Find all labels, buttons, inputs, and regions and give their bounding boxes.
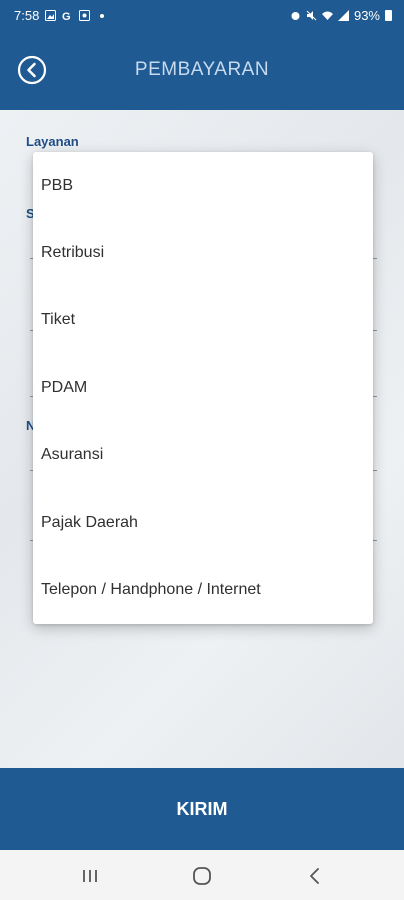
dropdown-item-tiket[interactable]: Tiket [33, 287, 373, 354]
dropdown-item-pajak-daerah[interactable]: Pajak Daerah [33, 489, 373, 556]
app-bar: PEMBAYARAN [0, 30, 404, 110]
status-right: 93% [290, 8, 392, 23]
status-bar: 7:58 G 93% [0, 0, 404, 30]
system-nav-bar [0, 850, 404, 900]
dropdown-item-retribusi[interactable]: Retribusi [33, 219, 373, 286]
google-icon: G [62, 11, 71, 21]
gallery-icon [45, 10, 57, 21]
home-icon[interactable] [191, 865, 213, 887]
back-nav-icon[interactable] [304, 865, 326, 887]
battery-text: 93% [353, 8, 380, 23]
layanan-label: Layanan [26, 134, 79, 149]
page-title: PEMBAYARAN [134, 59, 270, 80]
dropdown-item-telepon[interactable]: Telepon / Handphone / Internet [33, 556, 373, 623]
dropdown-item-pbb[interactable]: PBB [33, 152, 373, 219]
battery-icon [385, 10, 392, 21]
alarm-icon [291, 12, 300, 20]
dropdown-item-pdam[interactable]: PDAM [33, 354, 373, 421]
clock: 7:58 [14, 8, 40, 23]
mute-icon [306, 10, 317, 21]
submit-button[interactable]: KIRIM [0, 768, 404, 850]
image-icon [79, 10, 91, 21]
recent-apps-icon[interactable] [79, 865, 101, 887]
status-left: 7:58 G [14, 8, 105, 23]
svg-text:G: G [62, 11, 71, 21]
wifi-icon [321, 11, 333, 20]
signal-icon [337, 10, 349, 21]
notification-dot [100, 13, 105, 18]
dropdown-item-asuransi[interactable]: Asuransi [33, 422, 373, 489]
service-dropdown-menu: PBB Retribusi Tiket PDAM Asuransi Pajak … [33, 152, 373, 624]
